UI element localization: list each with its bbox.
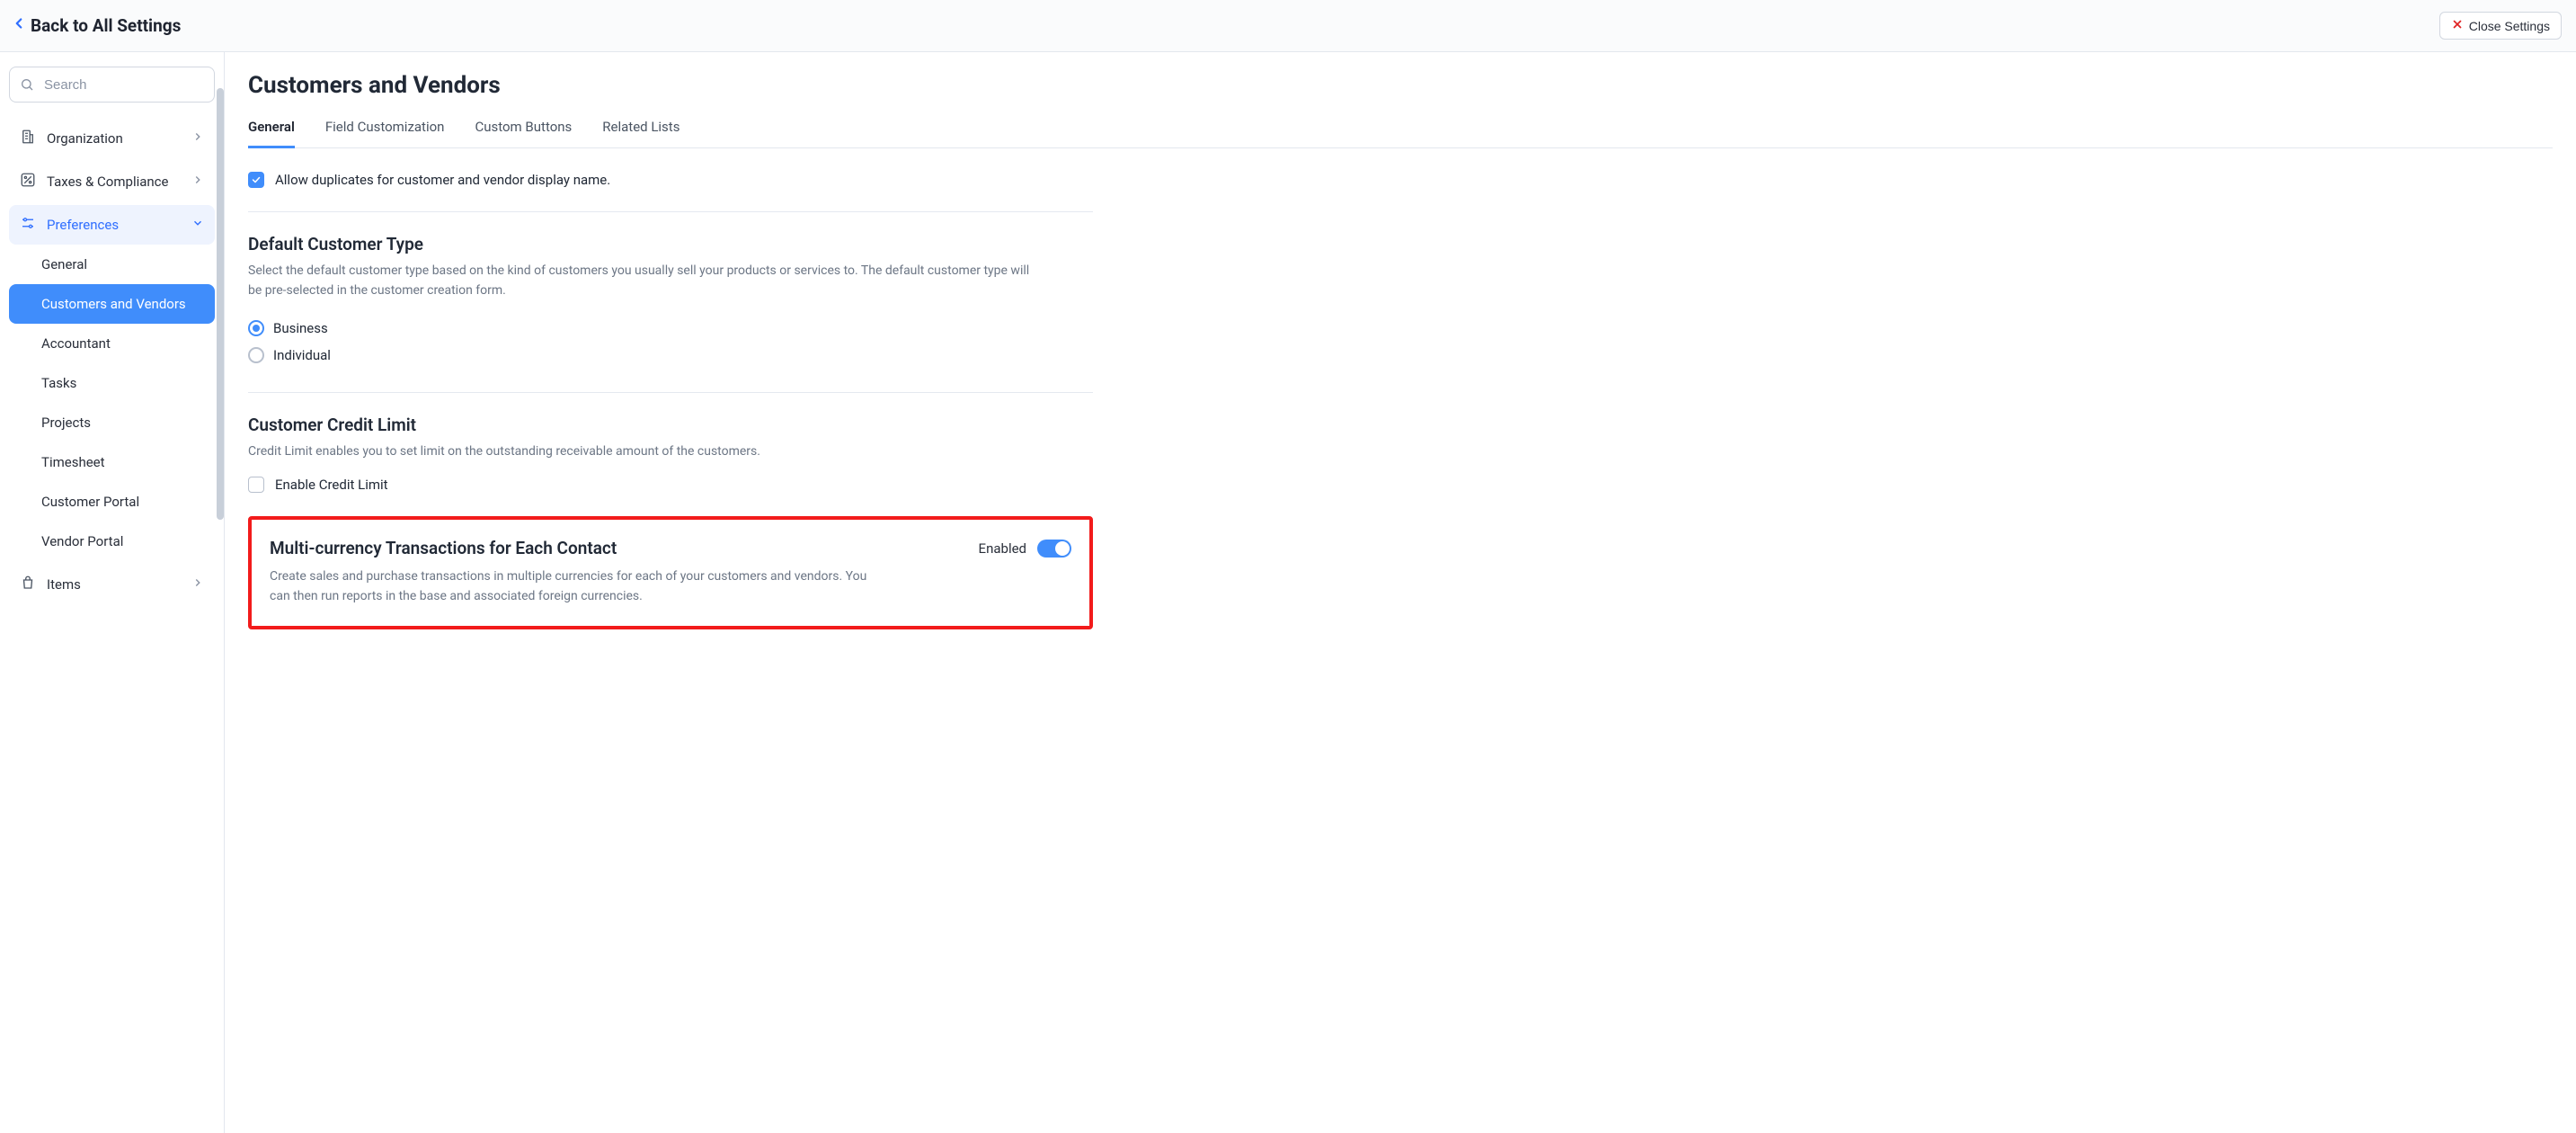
settings-search-input[interactable]	[9, 67, 215, 103]
sidebar-item-label: Items	[47, 576, 81, 593]
sidebar-item-label: Customer Portal	[41, 494, 139, 510]
sidebar-item-label: Accountant	[41, 335, 111, 352]
default-customer-type-desc: Select the default customer type based o…	[248, 262, 1039, 300]
sidebar-item-label: General	[41, 256, 87, 272]
sidebar-item-label: Customers and Vendors	[41, 296, 186, 312]
sidebar-item-organization[interactable]: Organization	[9, 119, 215, 158]
allow-duplicates-row[interactable]: Allow duplicates for customer and vendor…	[248, 168, 1093, 211]
sidebar-item-pref-vendor-portal[interactable]: Vendor Portal	[9, 522, 215, 561]
chevron-left-icon	[11, 15, 27, 36]
tab-related-lists[interactable]: Related Lists	[602, 119, 680, 147]
settings-sidebar: Organization Taxes & Compliance Preferen…	[0, 52, 225, 1133]
credit-limit-desc: Credit Limit enables you to set limit on…	[248, 442, 1039, 462]
settings-main: Customers and Vendors General Field Cust…	[225, 52, 2576, 1133]
radio-individual[interactable]	[248, 347, 264, 363]
credit-limit-heading: Customer Credit Limit	[248, 415, 1093, 435]
sidebar-item-label: Preferences	[47, 217, 119, 233]
close-settings-button[interactable]: Close Settings	[2439, 12, 2562, 40]
section-divider	[248, 392, 1093, 393]
percent-icon	[20, 172, 36, 192]
multi-currency-toggle[interactable]	[1037, 540, 1071, 558]
sidebar-item-label: Projects	[41, 415, 91, 431]
multi-currency-desc: Create sales and purchase transactions i…	[270, 567, 881, 606]
multi-currency-toggle-wrap[interactable]: Enabled	[979, 540, 1071, 558]
sidebar-item-label: Taxes & Compliance	[47, 174, 168, 190]
sidebar-item-pref-customers-vendors[interactable]: Customers and Vendors	[9, 284, 215, 324]
allow-duplicates-checkbox[interactable]	[248, 172, 264, 188]
radio-individual-label: Individual	[273, 347, 331, 363]
radio-business[interactable]	[248, 320, 264, 336]
tab-field-customization[interactable]: Field Customization	[325, 119, 445, 147]
back-label: Back to All Settings	[31, 15, 181, 36]
enable-credit-limit-row[interactable]: Enable Credit Limit	[248, 477, 1093, 493]
close-label: Close Settings	[2469, 19, 2550, 33]
radio-individual-row[interactable]: Individual	[248, 342, 1093, 369]
allow-duplicates-label: Allow duplicates for customer and vendor…	[275, 172, 610, 188]
topbar: Back to All Settings Close Settings	[0, 0, 2576, 52]
sidebar-item-pref-projects[interactable]: Projects	[9, 403, 215, 442]
sidebar-item-pref-tasks[interactable]: Tasks	[9, 363, 215, 403]
default-customer-type-section: Default Customer Type Select the default…	[248, 234, 1093, 392]
chevron-down-icon	[191, 217, 204, 233]
multi-currency-status-label: Enabled	[979, 540, 1026, 557]
close-icon	[2451, 18, 2464, 33]
sidebar-item-pref-accountant[interactable]: Accountant	[9, 324, 215, 363]
multi-currency-section: Multi-currency Transactions for Each Con…	[248, 516, 1093, 629]
radio-business-row[interactable]: Business	[248, 315, 1093, 342]
sidebar-item-preferences[interactable]: Preferences	[9, 205, 215, 245]
multi-currency-heading: Multi-currency Transactions for Each Con…	[270, 538, 617, 558]
radio-business-label: Business	[273, 320, 328, 336]
sidebar-item-pref-customer-portal[interactable]: Customer Portal	[9, 482, 215, 522]
sidebar-item-label: Organization	[47, 130, 123, 147]
back-to-settings-link[interactable]: Back to All Settings	[11, 15, 181, 36]
page-title: Customers and Vendors	[248, 72, 2553, 99]
enable-credit-limit-label: Enable Credit Limit	[275, 477, 388, 493]
tab-general[interactable]: General	[248, 119, 295, 148]
sidebar-item-items[interactable]: Items	[9, 565, 215, 604]
enable-credit-limit-checkbox[interactable]	[248, 477, 264, 493]
sidebar-item-label: Vendor Portal	[41, 533, 123, 549]
sidebar-item-label: Timesheet	[41, 454, 105, 470]
sidebar-item-taxes[interactable]: Taxes & Compliance	[9, 162, 215, 201]
default-customer-type-heading: Default Customer Type	[248, 234, 1093, 254]
chevron-right-icon	[191, 130, 204, 147]
bag-icon	[20, 575, 36, 594]
credit-limit-section: Customer Credit Limit Credit Limit enabl…	[248, 415, 1093, 516]
search-field-wrap	[9, 67, 215, 103]
sidebar-item-pref-general[interactable]: General	[9, 245, 215, 284]
chevron-right-icon	[191, 174, 204, 190]
section-divider	[248, 211, 1093, 212]
sliders-icon	[20, 215, 36, 235]
tab-custom-buttons[interactable]: Custom Buttons	[475, 119, 572, 147]
sidebar-item-label: Tasks	[41, 375, 76, 391]
chevron-right-icon	[191, 576, 204, 593]
settings-tabs: General Field Customization Custom Butto…	[248, 119, 2553, 148]
building-icon	[20, 129, 36, 148]
sidebar-item-pref-timesheet[interactable]: Timesheet	[9, 442, 215, 482]
